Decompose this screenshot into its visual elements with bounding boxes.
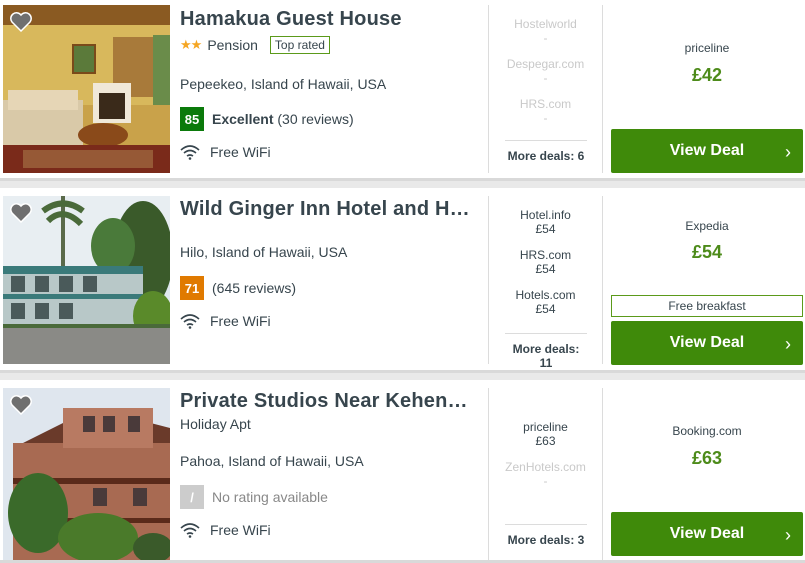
rating-row[interactable]: 71 (645 reviews) [180,276,296,300]
best-deal: Expedia £54 Free breakfast View Deal › [611,196,803,365]
deal-price: £54 [535,302,556,316]
deal-site: HRS.com [519,97,572,111]
deal-item[interactable]: Hostelworld - [489,17,602,45]
deal-item[interactable]: priceline £63 [489,420,602,448]
more-deals-link[interactable]: More deals: 3 [505,524,587,547]
deal-site: ZenHotels.com [505,460,586,474]
accommodation-type: Pension [207,37,258,53]
best-deal-site: Booking.com [672,424,742,438]
deal-item[interactable]: HRS.com £54 [489,248,602,276]
amenity-row: Free WiFi [180,522,271,538]
deal-site: Hotel.info [520,208,571,222]
hotel-name[interactable]: Private Studios Near Kehena Beach [180,390,476,413]
amenity-row: Free WiFi [180,144,271,160]
view-deal-label: View Deal [669,525,745,542]
deal-site: Despegar.com [506,57,585,71]
star-rating-icon: ★★ [180,37,202,52]
hotel-card: Hamakua Guest House ★★ Pension Top rated… [0,0,805,181]
hotel-card: Wild Ginger Inn Hotel and Hostel Hilo, I… [0,188,805,373]
wifi-icon [180,314,200,329]
more-deals-link[interactable]: More deals: 6 [505,140,587,163]
deal-site: priceline [523,420,568,434]
wifi-icon [180,145,200,160]
deal-item[interactable]: Despegar.com - [489,57,602,85]
rating-row: / No rating available [180,485,328,509]
best-deal-price[interactable]: £54 [611,242,803,263]
deal-price: - [543,111,548,125]
rating-score-badge: / [180,485,204,509]
hotel-info: Private Studios Near Kehena Beach Holida… [180,390,480,555]
best-deal: priceline £42 View Deal › [611,5,803,173]
favorite-heart-icon[interactable] [10,203,32,223]
rating-score-badge: 71 [180,276,204,300]
rating-row[interactable]: 85 Excellent (30 reviews) [180,107,354,131]
top-rated-badge: Top rated [269,36,330,54]
view-deal-label: View Deal [669,334,745,351]
review-count: (30 reviews) [277,111,354,127]
hotel-card: Private Studios Near Kehena Beach Holida… [0,380,805,563]
hotel-location: Pepeekeo, Island of Hawaii, USA [180,76,387,92]
deal-site: Hotels.com [515,288,576,302]
rating-score-badge: 85 [180,107,204,131]
deal-item[interactable]: Hotel.info £54 [489,208,602,236]
other-deals: priceline £63 ZenHotels.com - More deals: … [488,388,603,560]
chevron-right-icon: › [785,334,791,354]
best-deal-site: Expedia [685,219,729,233]
review-count: (645 reviews) [212,280,297,296]
hotel-info: Hamakua Guest House ★★ Pension Top rated… [180,8,480,173]
hotel-info: Wild Ginger Inn Hotel and Hostel Hilo, I… [180,198,480,363]
more-deals-link[interactable]: More deals: 11 [505,333,587,370]
deal-price: £54 [535,262,556,276]
hotel-photo[interactable] [3,5,170,173]
hotel-photo[interactable] [3,196,170,364]
hotel-type-row: ★★ Pension Top rated [180,36,330,54]
hotel-name[interactable]: Wild Ginger Inn Hotel and Hostel [180,198,480,221]
deal-site: HRS.com [519,248,572,262]
favorite-heart-icon[interactable] [10,12,32,32]
amenity-row: Free WiFi [180,313,271,329]
best-deal-price[interactable]: £42 [611,65,803,86]
deal-price: - [543,71,548,85]
hotel-photo[interactable] [3,388,170,560]
amenity-label: Free WiFi [210,313,271,329]
amenity-label: Free WiFi [210,522,271,538]
rating-label: Excellent [212,111,274,127]
favorite-heart-icon[interactable] [10,395,32,415]
hotel-name[interactable]: Hamakua Guest House [180,8,480,31]
deal-item[interactable]: HRS.com - [489,97,602,125]
deal-item[interactable]: ZenHotels.com - [489,460,602,488]
view-deal-label: View Deal [669,142,745,159]
wifi-icon [180,523,200,538]
view-deal-button[interactable]: View Deal › [611,321,803,365]
free-breakfast-badge: Free breakfast [611,295,803,317]
best-deal-site: priceline [684,41,730,55]
other-deals: Hotel.info £54 HRS.com £54 Hotels.com £54 M… [488,196,603,370]
hotel-location: Pahoa, Island of Hawaii, USA [180,453,364,469]
view-deal-button[interactable]: View Deal › [611,512,803,556]
chevron-right-icon: › [785,142,791,162]
deal-price: - [543,474,548,488]
chevron-right-icon: › [785,525,791,545]
deal-price: £63 [535,434,556,448]
deal-price: - [543,31,548,45]
deal-site: Hostelworld [514,17,577,31]
accommodation-type: Holiday Apt [180,416,251,432]
best-deal-price[interactable]: £63 [611,448,803,469]
other-deals: Hostelworld - Despegar.com - HRS.com - More… [488,5,603,173]
rating-label: No rating available [212,489,328,505]
deal-price: £54 [535,222,556,236]
best-deal: Booking.com £63 View Deal › [611,388,803,560]
deal-item[interactable]: Hotels.com £54 [489,288,602,316]
amenity-label: Free WiFi [210,144,271,160]
hotel-location: Hilo, Island of Hawaii, USA [180,244,348,260]
hotel-type-row: Holiday Apt [180,416,251,432]
view-deal-button[interactable]: View Deal › [611,129,803,173]
